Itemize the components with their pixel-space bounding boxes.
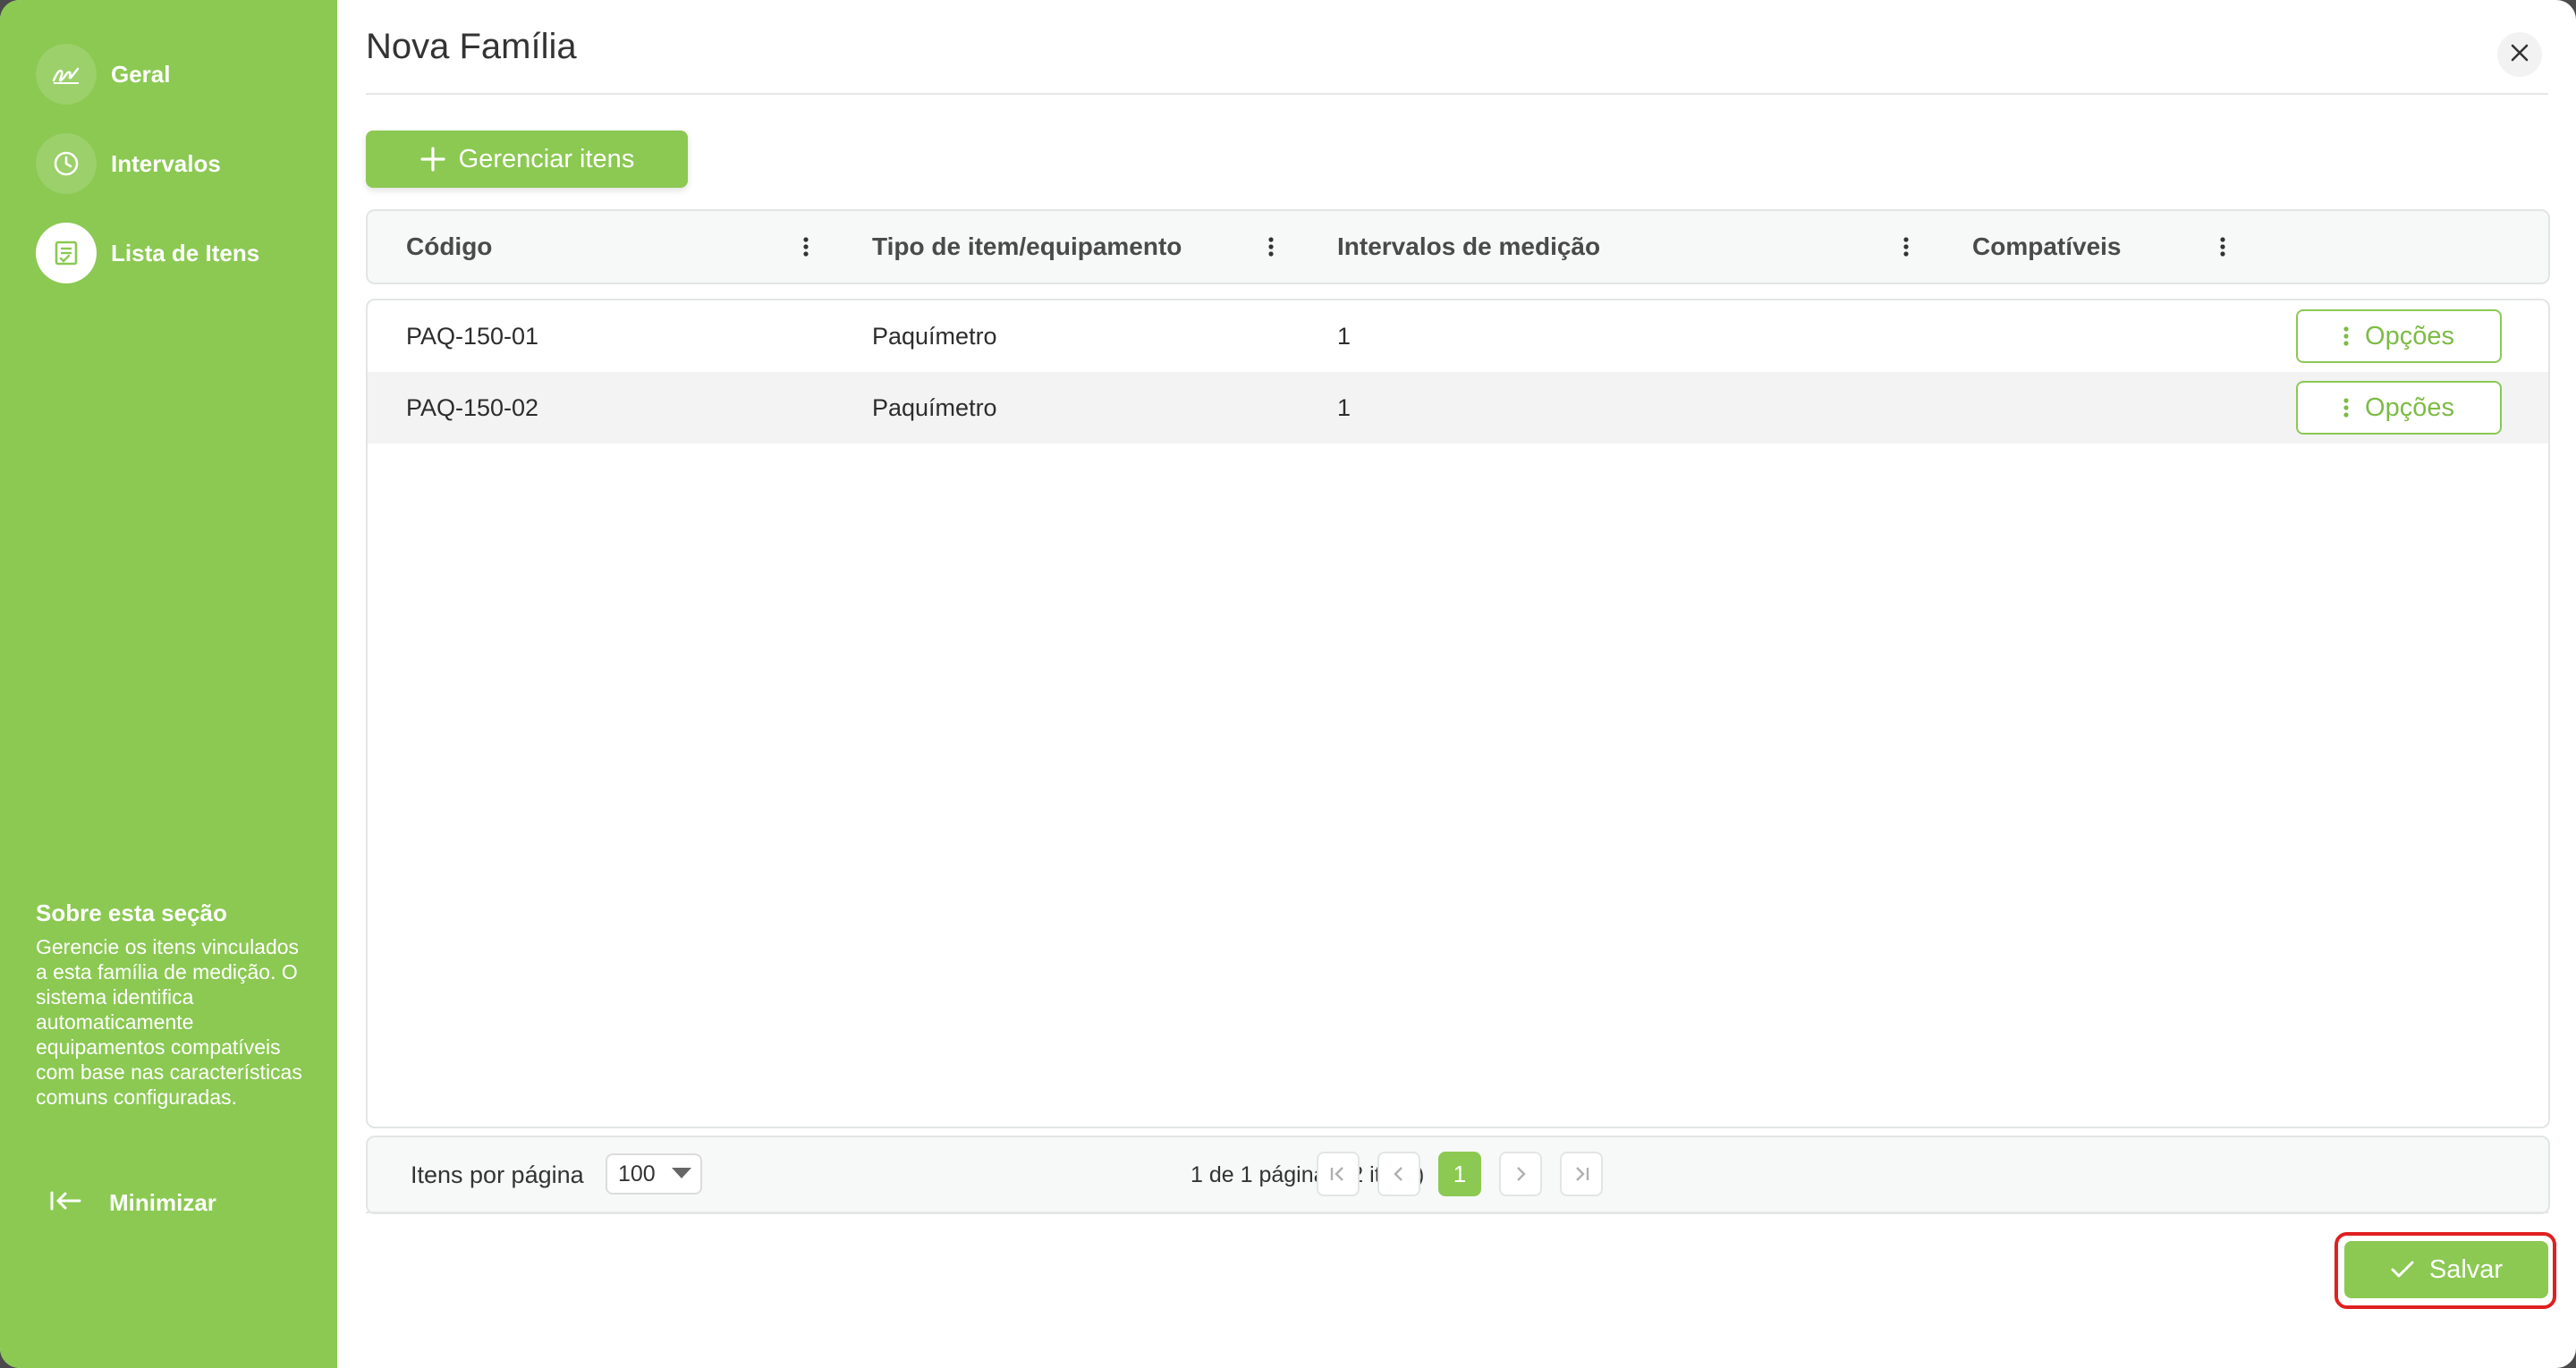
- column-header-tipo[interactable]: Tipo de item/equipamento: [872, 211, 1182, 283]
- column-menu-icon[interactable]: [2212, 211, 2233, 283]
- per-page-value: 100: [618, 1161, 656, 1186]
- sidebar-item-label: Lista de Itens: [111, 239, 260, 266]
- last-page-icon: [1576, 1167, 1589, 1181]
- last-page-button[interactable]: [1560, 1152, 1603, 1196]
- list-check-icon: [36, 223, 97, 283]
- collapse-left-icon: [50, 1190, 82, 1216]
- sidebar-item-lista-de-itens[interactable]: Lista de Itens: [36, 222, 259, 284]
- pagination-bar: Itens por página 100 1 de 1 páginas (2 i…: [366, 1136, 2550, 1214]
- sidebar-item-geral[interactable]: Geral: [36, 43, 171, 106]
- sidebar: Geral Intervalos Lista de Itens Sobre es…: [0, 0, 337, 1368]
- signature-icon: [36, 44, 97, 105]
- more-vertical-icon: [2343, 326, 2349, 346]
- save-button[interactable]: Salvar: [2344, 1241, 2548, 1298]
- dialog-window: Geral Intervalos Lista de Itens Sobre es…: [0, 0, 2576, 1368]
- next-page-button[interactable]: [1499, 1152, 1542, 1196]
- manage-items-button[interactable]: Gerenciar itens: [366, 131, 688, 188]
- table-header: Código Tipo de item/equipamento Interval…: [366, 209, 2550, 284]
- cell-tipo: Paquímetro: [872, 393, 997, 421]
- per-page-select[interactable]: 100: [606, 1153, 702, 1195]
- table-row[interactable]: PAQ-150-02 Paquímetro 1 Opções: [368, 372, 2548, 443]
- manage-items-label: Gerenciar itens: [458, 144, 635, 173]
- sidebar-item-intervalos[interactable]: Intervalos: [36, 132, 221, 195]
- per-page-label: Itens por página: [411, 1161, 584, 1188]
- cell-codigo: PAQ-150-02: [406, 393, 539, 421]
- save-label: Salvar: [2428, 1254, 2504, 1284]
- minimize-button[interactable]: Minimizar: [50, 1189, 216, 1217]
- options-button[interactable]: Opções: [2296, 309, 2502, 363]
- cell-intervalos: 1: [1337, 393, 1352, 421]
- plus-icon: [420, 147, 445, 172]
- first-page-button[interactable]: [1317, 1152, 1360, 1196]
- table-row[interactable]: PAQ-150-01 Paquímetro 1 Opções: [368, 300, 2548, 372]
- chevron-right-icon: [1517, 1167, 1526, 1181]
- sidebar-item-label: Intervalos: [111, 149, 221, 177]
- column-menu-icon[interactable]: [1260, 211, 1282, 283]
- options-button[interactable]: Opções: [2296, 381, 2502, 435]
- column-header-compativeis[interactable]: Compatíveis: [1972, 211, 2122, 283]
- chevron-left-icon: [1394, 1167, 1402, 1181]
- first-page-icon: [1330, 1167, 1343, 1181]
- sidebar-item-label: Geral: [111, 60, 171, 88]
- page-number-button[interactable]: 1: [1438, 1152, 1481, 1196]
- column-menu-icon[interactable]: [1895, 211, 1917, 283]
- section-info: Sobre esta seção Gerencie os itens vincu…: [36, 899, 304, 1110]
- cell-tipo: Paquímetro: [872, 322, 997, 350]
- cell-intervalos: 1: [1337, 322, 1352, 350]
- divider: [366, 93, 2548, 95]
- table-body: PAQ-150-01 Paquímetro 1 Opções PAQ-150-0…: [366, 299, 2550, 1128]
- options-label: Opções: [2365, 393, 2454, 422]
- chevron-down-icon: [672, 1168, 691, 1178]
- dialog-title: Nova Família: [366, 27, 577, 66]
- divider: [366, 1212, 2548, 1213]
- section-info-text: Gerencie os itens vinculados a esta famí…: [36, 935, 302, 1109]
- options-label: Opções: [2365, 321, 2454, 350]
- close-icon: [2510, 43, 2529, 67]
- clock-icon: [36, 133, 97, 194]
- prev-page-button[interactable]: [1377, 1152, 1420, 1196]
- check-icon: [2391, 1261, 2414, 1278]
- column-header-codigo[interactable]: Código: [406, 211, 492, 283]
- close-button[interactable]: [2497, 32, 2542, 77]
- section-info-title: Sobre esta seção: [36, 899, 227, 926]
- more-vertical-icon: [2343, 398, 2349, 418]
- minimize-label: Minimizar: [109, 1189, 216, 1216]
- cell-codigo: PAQ-150-01: [406, 322, 539, 350]
- column-header-intervalos[interactable]: Intervalos de medição: [1337, 211, 1600, 283]
- column-menu-icon[interactable]: [795, 211, 817, 283]
